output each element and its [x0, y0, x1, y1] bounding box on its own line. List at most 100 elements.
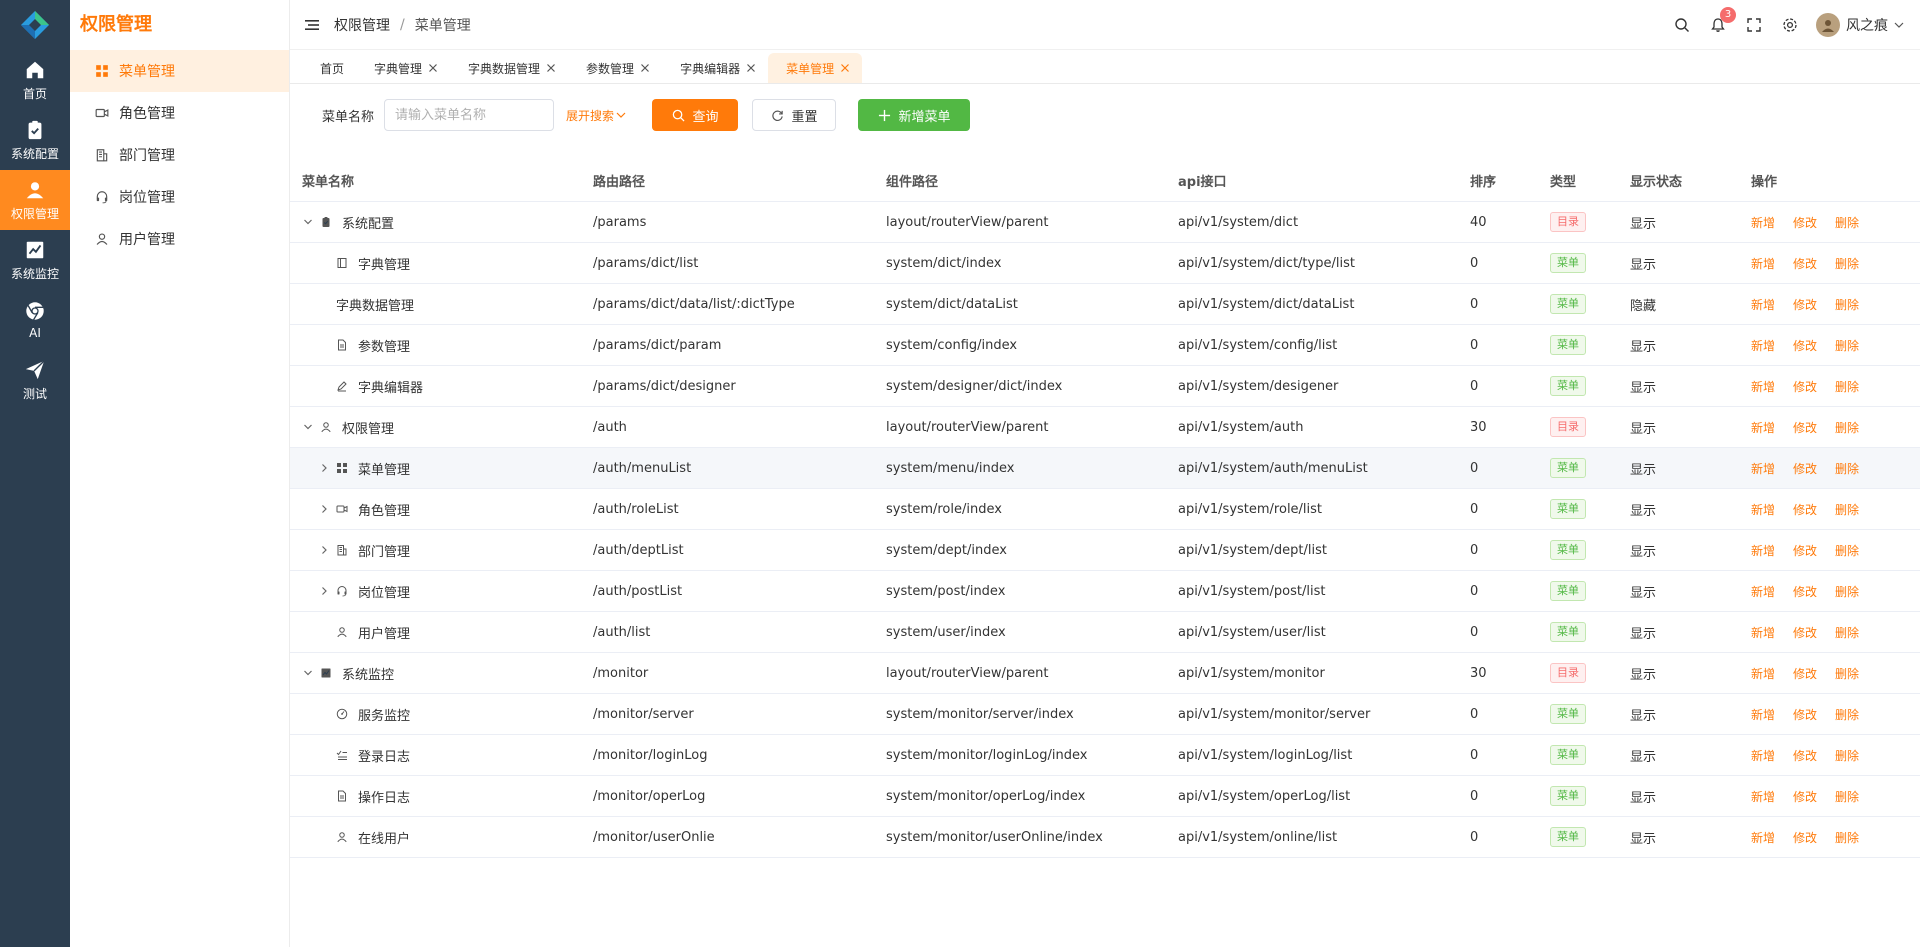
- row-delete-link[interactable]: 删除: [1835, 583, 1859, 600]
- row-add-link[interactable]: 新增: [1751, 296, 1775, 313]
- table-row[interactable]: 字典管理/params/dict/list system/dict/index ap…: [290, 243, 1920, 284]
- menu-name-input[interactable]: [384, 99, 555, 131]
- tab[interactable]: 参数管理: [568, 53, 663, 83]
- search-icon[interactable]: [1674, 17, 1690, 33]
- notification-button[interactable]: 3: [1710, 7, 1736, 33]
- table-row[interactable]: 用户管理/auth/list system/user/index api/v1/sy…: [290, 612, 1920, 653]
- row-delete-link[interactable]: 删除: [1835, 829, 1859, 846]
- expand-search-link[interactable]: 展开搜索: [566, 107, 626, 124]
- tab[interactable]: 字典数据管理: [450, 53, 569, 83]
- tab[interactable]: 菜单管理: [768, 53, 863, 83]
- table-row[interactable]: 部门管理/auth/deptList system/dept/index api/v…: [290, 530, 1920, 571]
- close-icon[interactable]: [640, 63, 650, 73]
- row-add-link[interactable]: 新增: [1751, 378, 1775, 395]
- row-delete-link[interactable]: 删除: [1835, 501, 1859, 518]
- table-row[interactable]: 字典数据管理/params/dict/data/list/:dictType sy…: [290, 284, 1920, 325]
- close-icon[interactable]: [546, 63, 556, 73]
- row-edit-link[interactable]: 修改: [1793, 214, 1817, 231]
- chevron-down-icon[interactable]: [302, 667, 314, 679]
- row-edit-link[interactable]: 修改: [1793, 255, 1817, 272]
- row-delete-link[interactable]: 删除: [1835, 378, 1859, 395]
- breadcrumb-item[interactable]: 权限管理: [334, 15, 390, 35]
- app-logo[interactable]: [0, 0, 70, 50]
- chevron-right-icon[interactable]: [318, 544, 330, 556]
- row-add-link[interactable]: 新增: [1751, 624, 1775, 641]
- row-edit-link[interactable]: 修改: [1793, 788, 1817, 805]
- table-row[interactable]: 操作日志/monitor/operLog system/monitor/operL…: [290, 776, 1920, 817]
- reset-button[interactable]: 重置: [752, 99, 837, 131]
- hamburger-icon[interactable]: [304, 17, 320, 33]
- table-row[interactable]: 岗位管理/auth/postList system/post/index api/v…: [290, 571, 1920, 612]
- close-icon[interactable]: [840, 63, 850, 73]
- sidebar-item[interactable]: 用户管理: [70, 218, 289, 260]
- table-row[interactable]: 字典编辑器/params/dict/designer system/designe…: [290, 366, 1920, 407]
- table-row[interactable]: 菜单管理/auth/menuList system/menu/index api/v…: [290, 448, 1920, 489]
- row-delete-link[interactable]: 删除: [1835, 624, 1859, 641]
- chevron-down-icon[interactable]: [302, 421, 314, 433]
- row-add-link[interactable]: 新增: [1751, 583, 1775, 600]
- row-delete-link[interactable]: 删除: [1835, 788, 1859, 805]
- table-row[interactable]: 参数管理/params/dict/param system/config/inde…: [290, 325, 1920, 366]
- row-add-link[interactable]: 新增: [1751, 214, 1775, 231]
- fullscreen-icon[interactable]: [1746, 17, 1762, 33]
- chevron-down-icon[interactable]: [302, 216, 314, 228]
- row-edit-link[interactable]: 修改: [1793, 583, 1817, 600]
- row-delete-link[interactable]: 删除: [1835, 665, 1859, 682]
- row-add-link[interactable]: 新增: [1751, 501, 1775, 518]
- row-delete-link[interactable]: 删除: [1835, 255, 1859, 272]
- rail-item[interactable]: 权限管理: [0, 170, 70, 230]
- table-row[interactable]: 系统监控/monitor layout/routerView/parent api/…: [290, 653, 1920, 694]
- sidebar-item[interactable]: 菜单管理: [70, 50, 289, 92]
- row-edit-link[interactable]: 修改: [1793, 501, 1817, 518]
- close-icon[interactable]: [428, 63, 438, 73]
- table-row[interactable]: 权限管理/auth layout/routerView/parent api/v1/…: [290, 407, 1920, 448]
- rail-item[interactable]: 系统配置: [0, 110, 70, 170]
- chevron-right-icon[interactable]: [318, 585, 330, 597]
- row-add-link[interactable]: 新增: [1751, 419, 1775, 436]
- row-edit-link[interactable]: 修改: [1793, 296, 1817, 313]
- table-row[interactable]: 服务监控/monitor/server system/monitor/server…: [290, 694, 1920, 735]
- rail-item[interactable]: AI: [0, 290, 70, 350]
- row-edit-link[interactable]: 修改: [1793, 747, 1817, 764]
- row-delete-link[interactable]: 删除: [1835, 706, 1859, 723]
- rail-item[interactable]: 系统监控: [0, 230, 70, 290]
- row-delete-link[interactable]: 删除: [1835, 296, 1859, 313]
- row-delete-link[interactable]: 删除: [1835, 419, 1859, 436]
- row-add-link[interactable]: 新增: [1751, 829, 1775, 846]
- row-add-link[interactable]: 新增: [1751, 337, 1775, 354]
- row-delete-link[interactable]: 删除: [1835, 214, 1859, 231]
- table-row[interactable]: 角色管理/auth/roleList system/role/index api/v…: [290, 489, 1920, 530]
- row-edit-link[interactable]: 修改: [1793, 460, 1817, 477]
- tab[interactable]: 字典管理: [356, 53, 451, 83]
- table-row[interactable]: 系统配置/params layout/routerView/parent api/v…: [290, 202, 1920, 243]
- row-delete-link[interactable]: 删除: [1835, 542, 1859, 559]
- tab[interactable]: 字典编辑器: [662, 53, 769, 83]
- row-add-link[interactable]: 新增: [1751, 747, 1775, 764]
- query-button[interactable]: 查询: [652, 99, 739, 131]
- chevron-right-icon[interactable]: [318, 462, 330, 474]
- close-icon[interactable]: [746, 63, 756, 73]
- table-row[interactable]: 在线用户/monitor/userOnlie system/monitor/use…: [290, 817, 1920, 858]
- row-edit-link[interactable]: 修改: [1793, 378, 1817, 395]
- row-edit-link[interactable]: 修改: [1793, 624, 1817, 641]
- row-delete-link[interactable]: 删除: [1835, 747, 1859, 764]
- gear-icon[interactable]: [1782, 17, 1798, 33]
- row-add-link[interactable]: 新增: [1751, 788, 1775, 805]
- row-edit-link[interactable]: 修改: [1793, 665, 1817, 682]
- row-add-link[interactable]: 新增: [1751, 255, 1775, 272]
- row-delete-link[interactable]: 删除: [1835, 337, 1859, 354]
- tab[interactable]: 首页: [302, 53, 357, 83]
- rail-item[interactable]: 测试: [0, 350, 70, 410]
- row-edit-link[interactable]: 修改: [1793, 706, 1817, 723]
- row-add-link[interactable]: 新增: [1751, 542, 1775, 559]
- row-delete-link[interactable]: 删除: [1835, 460, 1859, 477]
- row-edit-link[interactable]: 修改: [1793, 542, 1817, 559]
- add-menu-button[interactable]: 新增菜单: [858, 99, 971, 131]
- sidebar-item[interactable]: 角色管理: [70, 92, 289, 134]
- sidebar-item[interactable]: 岗位管理: [70, 176, 289, 218]
- sidebar-item[interactable]: 部门管理: [70, 134, 289, 176]
- row-add-link[interactable]: 新增: [1751, 706, 1775, 723]
- table-row[interactable]: 登录日志/monitor/loginLog system/monitor/logi…: [290, 735, 1920, 776]
- row-edit-link[interactable]: 修改: [1793, 337, 1817, 354]
- chevron-right-icon[interactable]: [318, 503, 330, 515]
